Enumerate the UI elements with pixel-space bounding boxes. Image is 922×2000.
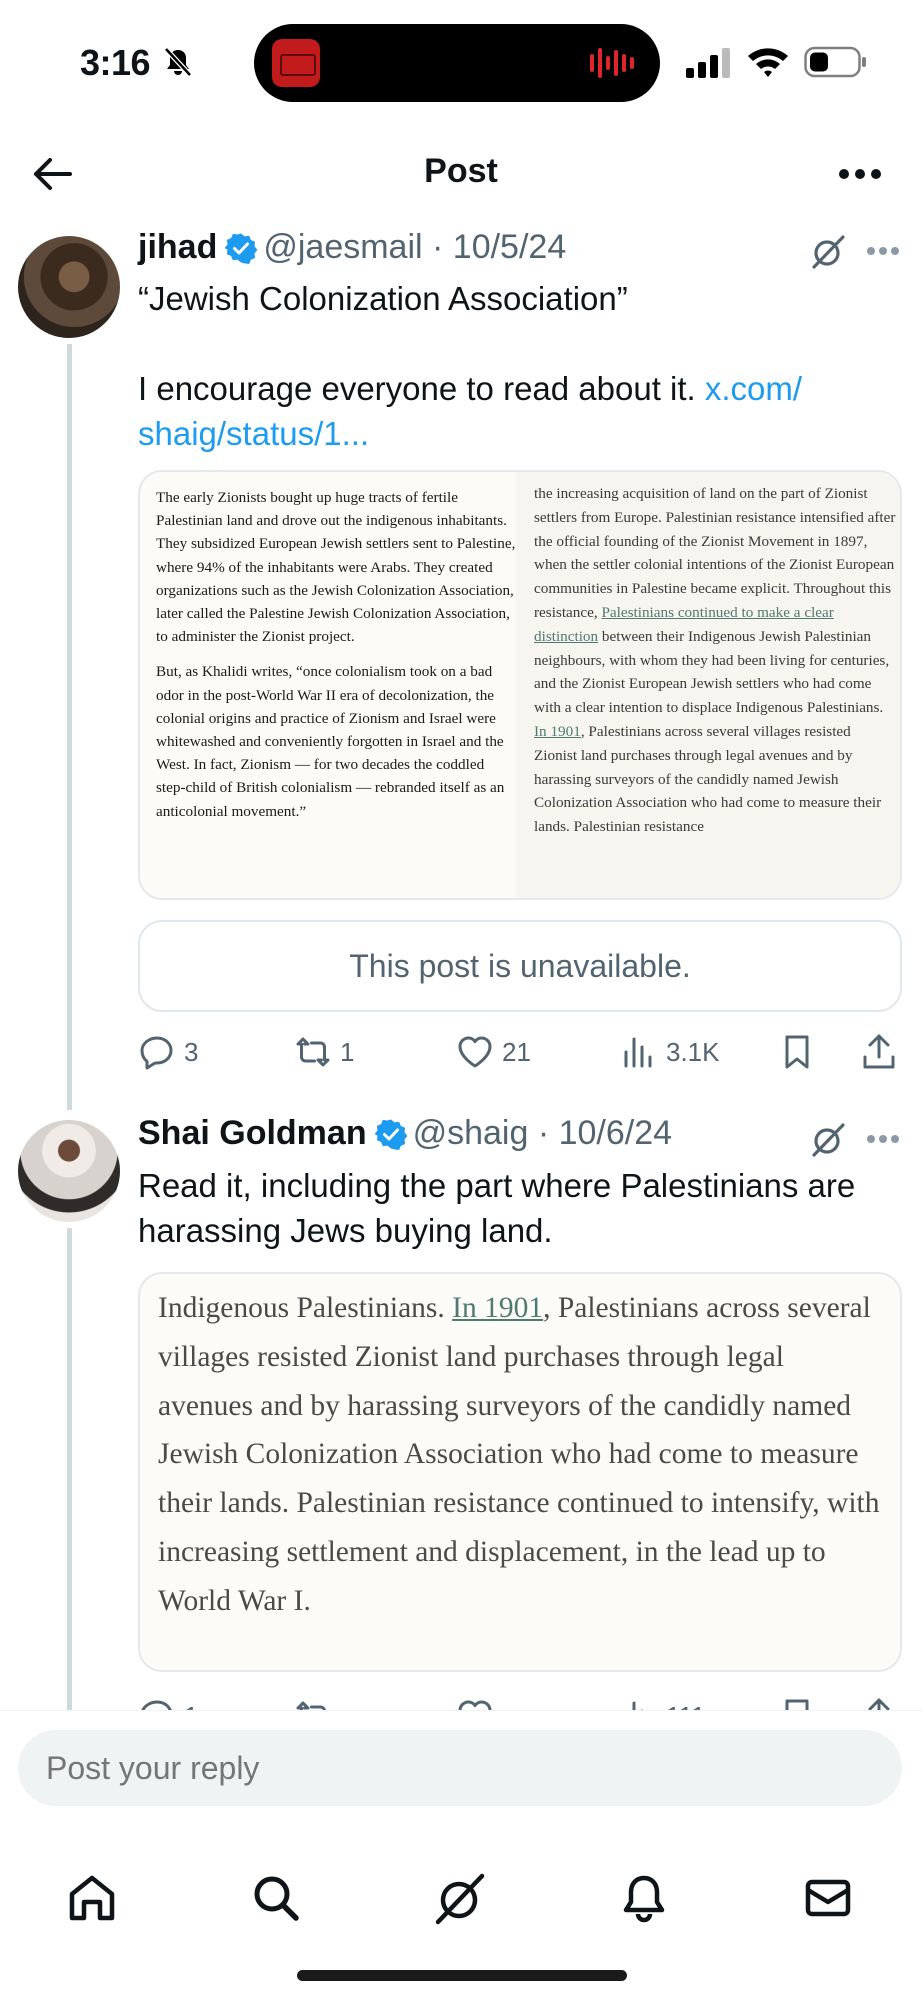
views-button[interactable]: 3.1K: [620, 1030, 720, 1074]
like-button[interactable]: [456, 1694, 502, 1710]
notifications-icon[interactable]: [616, 1870, 672, 1926]
author-name[interactable]: Shai Goldman: [138, 1114, 367, 1153]
page-title: Post: [424, 152, 498, 190]
like-icon: [458, 1036, 492, 1068]
messages-icon[interactable]: [800, 1870, 856, 1926]
book-text: , Palestinians across several villages r…: [158, 1292, 880, 1617]
repost-button[interactable]: [294, 1694, 340, 1710]
bookmark-button[interactable]: [778, 1694, 824, 1710]
like-icon: [458, 1700, 492, 1710]
reply-bar: [0, 1710, 922, 1824]
unavailable-post-notice: This post is unavailable.: [138, 920, 902, 1012]
nav-header: Post: [0, 130, 922, 220]
wifi-icon: [748, 48, 788, 77]
reply-button[interactable]: 3: [138, 1030, 198, 1074]
thread-line: [67, 344, 72, 1110]
verified-badge-icon: [374, 1119, 407, 1150]
book-page-left: The early Zionists bought up huge tracts…: [156, 486, 516, 835]
share-icon: [863, 1034, 895, 1069]
dynamic-island: [254, 24, 660, 102]
share-button[interactable]: [860, 1694, 902, 1710]
tweet-header: jihad @jaesmail · 10/5/24: [138, 228, 566, 267]
tweet-header: Shai Goldman @shaig · 10/6/24: [138, 1114, 672, 1153]
audio-waveform-icon: [590, 48, 634, 78]
grok-icon[interactable]: [432, 1870, 488, 1926]
more-icon[interactable]: [866, 246, 900, 256]
home-icon[interactable]: [64, 1870, 120, 1926]
battery-icon: [804, 46, 866, 78]
grok-icon[interactable]: [810, 1122, 846, 1158]
book-page-right: the increasing acquisition of land on th…: [516, 472, 900, 898]
bell-off-icon: [164, 47, 192, 77]
tweet-actions: 3 1 21 3.1K: [138, 1030, 902, 1074]
tweet-text-line: “Jewish Colonization Association”: [138, 280, 628, 317]
repost-count: 1: [340, 1036, 355, 1067]
book-paragraph: But, as Khalidi writes, “once colonialis…: [156, 663, 505, 820]
bookmark-icon: [785, 1035, 809, 1069]
tweet-link[interactable]: shaig/status/1...: [138, 415, 369, 452]
tweet-text-line: I encourage everyone to read about it.: [138, 370, 705, 407]
handle-date: @jaesmail · 10/5/24: [263, 228, 567, 266]
home-indicator: [297, 1970, 627, 1981]
repost-icon: [296, 1037, 330, 1067]
avatar[interactable]: [18, 1120, 120, 1222]
book-text: Indigenous Palestinians.: [158, 1292, 453, 1324]
tweet-text: Read it, including the part where Palest…: [138, 1167, 856, 1249]
status-time: 3:16: [80, 42, 151, 83]
reply-button[interactable]: 1: [138, 1694, 198, 1710]
bookmark-icon: [785, 1699, 809, 1710]
reply-count: 1: [184, 1701, 198, 1711]
search-icon[interactable]: [248, 1870, 304, 1926]
book-link: In 1901: [452, 1292, 544, 1324]
grok-icon[interactable]: [810, 234, 846, 270]
tweet-link[interactable]: x.com/: [705, 370, 802, 407]
repost-icon: [296, 1701, 326, 1710]
status-bar: 3:16: [0, 0, 922, 120]
book-text: , Palestinians across several villages r…: [534, 722, 882, 836]
reply-input[interactable]: [18, 1730, 902, 1806]
tweet-text: “Jewish Colonization Association” I enco…: [138, 276, 898, 456]
reply-icon: [140, 1036, 173, 1070]
views-count: 3.1K: [666, 1036, 720, 1067]
more-icon[interactable]: [866, 1134, 900, 1144]
views-icon: [624, 1037, 652, 1068]
tweet-actions: 1 111: [138, 1694, 902, 1710]
reply-icon: [141, 1700, 172, 1710]
tweet-actions-inner: 1 111: [138, 1694, 902, 1710]
cellular-signal-icon: [686, 48, 730, 78]
author-name[interactable]: jihad: [138, 228, 217, 267]
share-button[interactable]: [860, 1030, 906, 1074]
views-count: 111: [666, 1701, 706, 1711]
repost-button[interactable]: 1: [294, 1030, 354, 1074]
handle-date: @shaig · 10/6/24: [412, 1114, 673, 1152]
book-link: In 1901: [534, 722, 581, 740]
book-paragraph: The early Zionists bought up huge tracts…: [156, 489, 516, 646]
book-text: the increasing acquisition of land on th…: [534, 485, 896, 621]
attached-image-book-excerpt[interactable]: The early Zionists bought up huge tracts…: [138, 470, 902, 900]
bookmark-button[interactable]: [778, 1030, 824, 1074]
attached-image-book-quote[interactable]: Indigenous Palestinians. In 1901, Palest…: [138, 1272, 902, 1672]
like-button[interactable]: 21: [456, 1030, 531, 1074]
more-icon[interactable]: [838, 160, 882, 188]
live-activity-app-icon: [272, 39, 320, 87]
verified-badge-icon: [225, 233, 258, 264]
views-icon: [632, 1701, 644, 1710]
views-button[interactable]: 111: [620, 1694, 706, 1710]
avatar[interactable]: [18, 236, 120, 338]
like-count: 21: [502, 1036, 531, 1067]
share-icon: [868, 1698, 890, 1710]
reply-count: 3: [184, 1036, 199, 1067]
thread-line: [67, 1228, 72, 1710]
